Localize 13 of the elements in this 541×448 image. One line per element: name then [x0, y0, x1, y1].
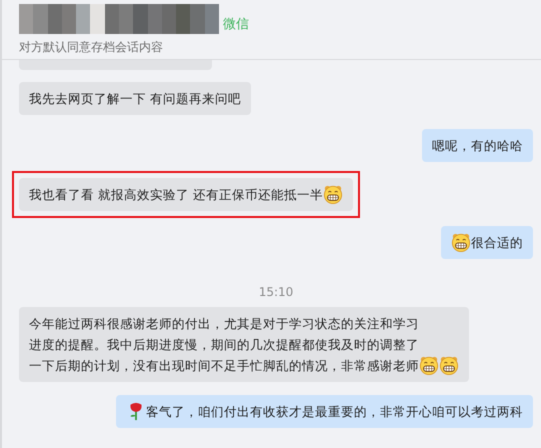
grinning-face-icon [439, 355, 459, 375]
message-text: 客气了，咱们付出有收获才是最重要的，非常开心咱可以考过两科 [146, 403, 523, 421]
grinning-face-icon [419, 355, 439, 375]
grinning-face-icon [451, 232, 471, 252]
message-text: 我也看了看 就报高效实验了 还有正保币还能抵一半 [29, 186, 323, 204]
message-text: 我先去网页了解一下 有问题再来问吧 [29, 90, 241, 108]
timestamp: 15:10 [258, 284, 294, 301]
message-text: 嗯呢，有的哈哈 [432, 137, 523, 155]
archive-notice: 对方默认同意存档会话内容 [19, 39, 164, 56]
grinning-face-icon [322, 184, 343, 204]
app-tag: 微信 [223, 14, 249, 34]
message-text: 很合适的 [471, 234, 523, 252]
message-text: 今年能过两科很感谢老师的付出，尤其是对于学习状态的关注和学习进度的提醒。我中后期进度慢，期间的几次提醒都使我及时的调整了一下后期的计划，没有出现时间不足手忙脚乱的情况，非常感谢老师 [29, 315, 419, 375]
